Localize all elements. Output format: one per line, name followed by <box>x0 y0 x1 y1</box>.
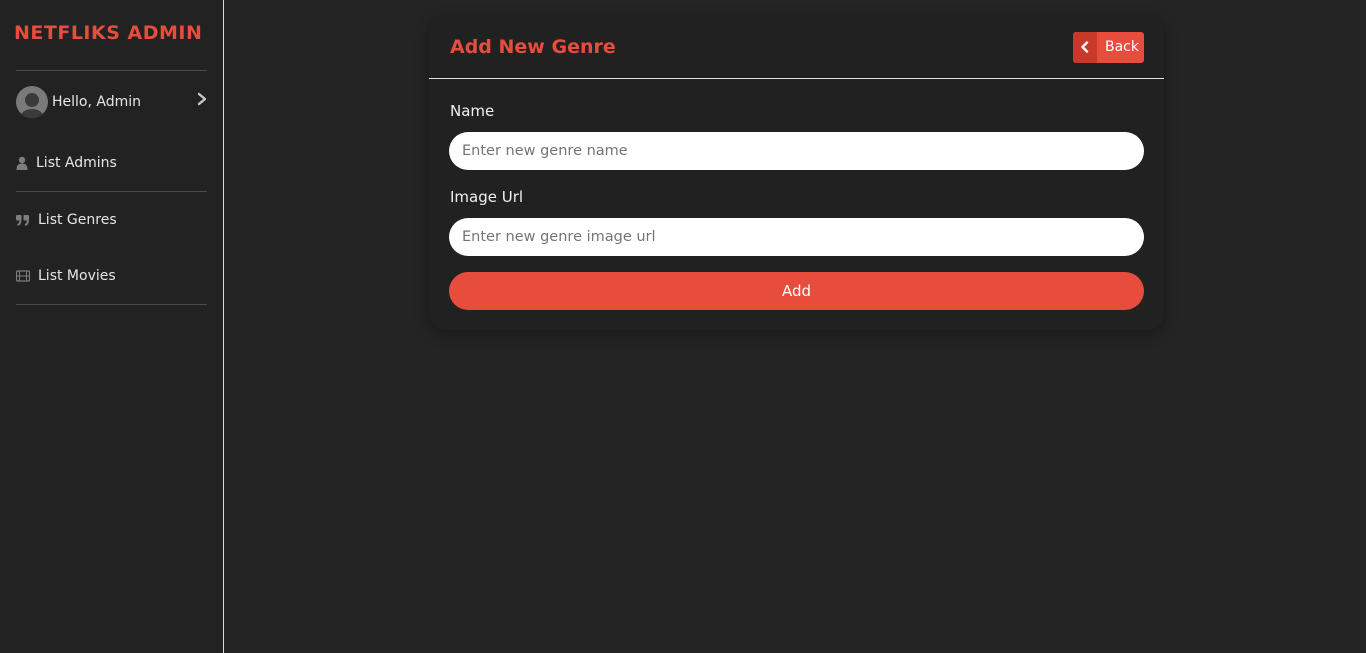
add-button[interactable]: Add <box>449 272 1144 310</box>
chevron-left-icon <box>1081 41 1089 53</box>
sidebar-item-label: List Movies <box>38 268 116 284</box>
brand-logo[interactable]: NETFLIKS ADMIN <box>14 22 202 44</box>
quote-icon <box>16 215 29 226</box>
divider <box>429 78 1164 79</box>
back-button[interactable]: Back <box>1073 32 1144 63</box>
sidebar-item-admins[interactable]: List Admins <box>16 152 207 176</box>
sidebar-item-label: List Admins <box>36 155 117 171</box>
film-icon <box>16 270 30 282</box>
chevron-right-icon <box>197 92 207 106</box>
genre-name-input[interactable] <box>449 132 1144 170</box>
divider <box>16 191 207 192</box>
name-label: Name <box>450 102 495 120</box>
page-title: Add New Genre <box>450 36 616 58</box>
genre-image-url-input[interactable] <box>449 218 1144 256</box>
divider <box>16 304 207 305</box>
back-button-label: Back <box>1105 39 1139 55</box>
avatar <box>16 86 48 118</box>
user-menu[interactable]: Hello, Admin <box>16 86 208 118</box>
user-icon <box>16 156 28 170</box>
add-genre-card: Add New Genre Back Name Image Url Add <box>429 16 1164 330</box>
add-button-label: Add <box>781 282 812 300</box>
sidebar-item-genres[interactable]: List Genres <box>16 209 207 233</box>
divider <box>16 70 207 71</box>
sidebar-item-label: List Genres <box>38 212 117 228</box>
image-url-label: Image Url <box>450 188 524 206</box>
sidebar: NETFLIKS ADMIN Hello, Admin List Admins … <box>0 0 224 653</box>
sidebar-item-movies[interactable]: List Movies <box>16 265 207 289</box>
user-greeting: Hello, Admin <box>52 94 142 110</box>
